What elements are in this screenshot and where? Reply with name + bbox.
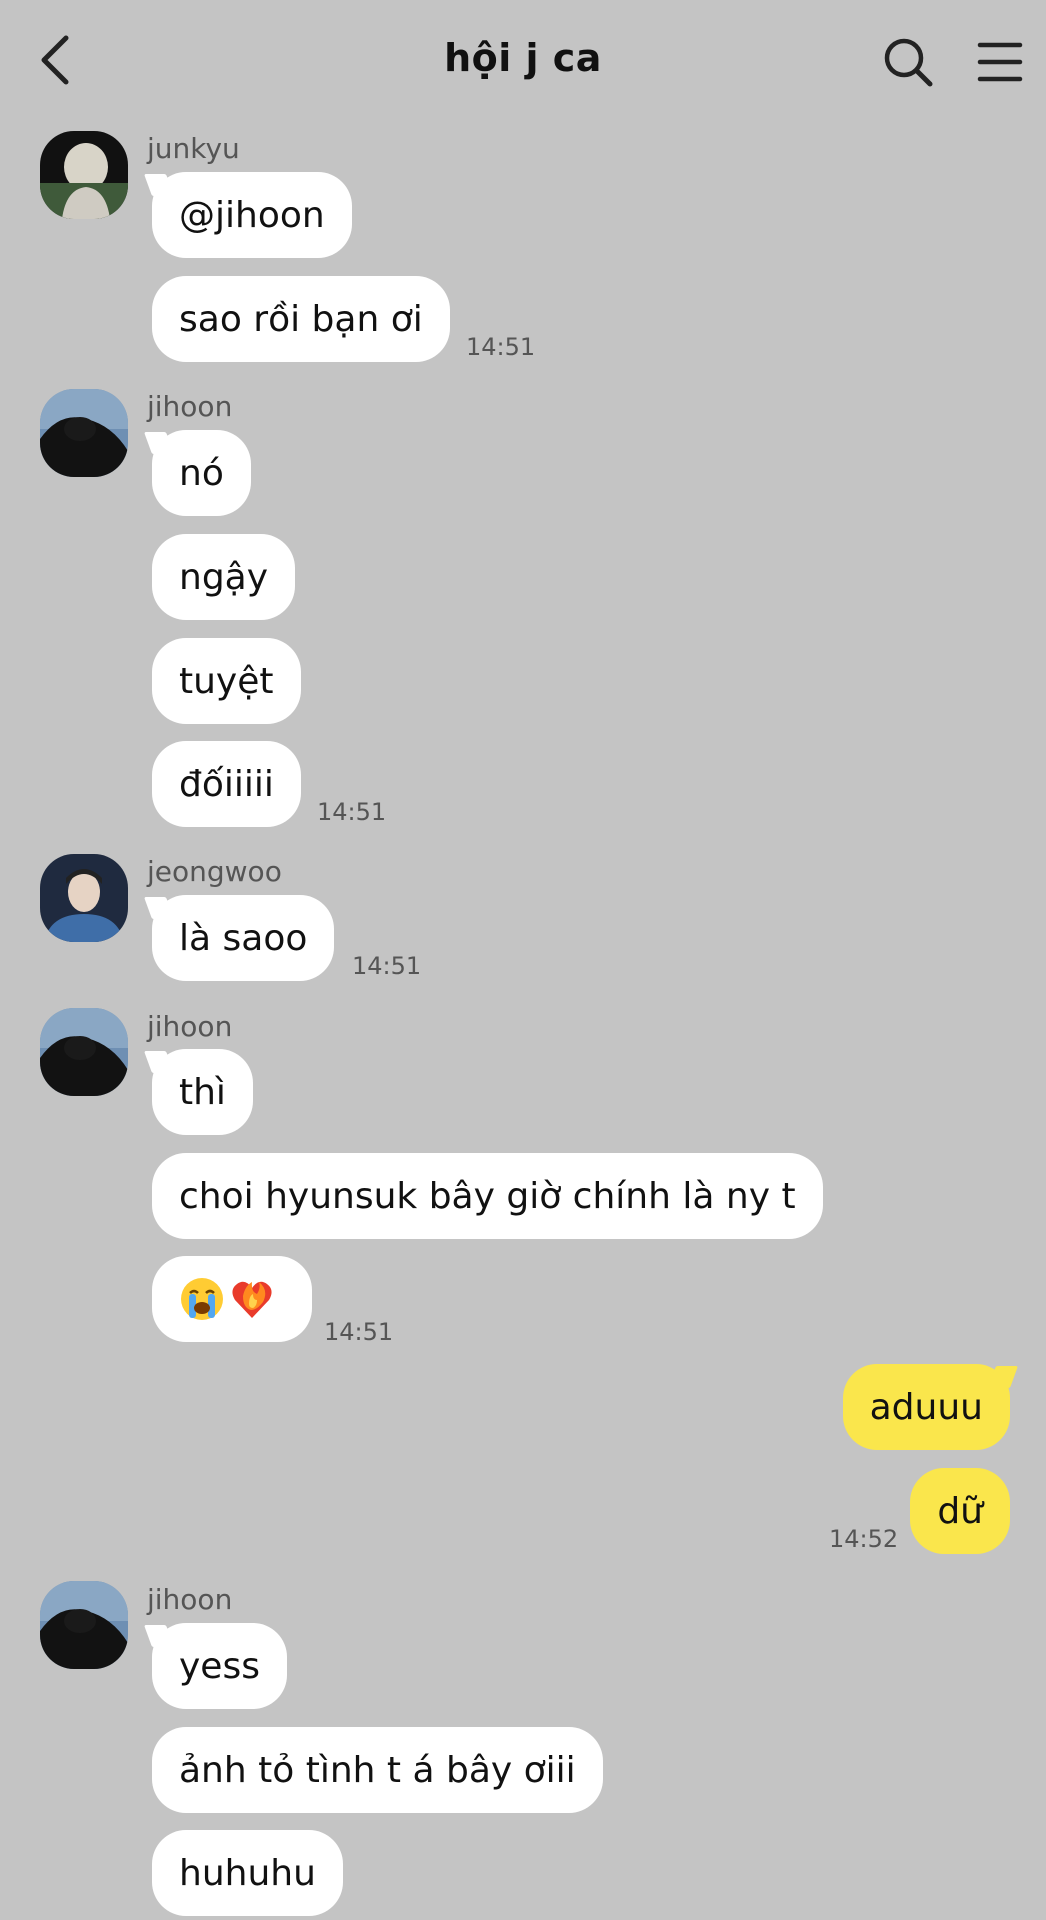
message-bubble[interactable]: @jihoon (152, 172, 352, 258)
avatar-jihoon[interactable] (40, 1008, 128, 1096)
sender-name: jihoon (147, 1583, 233, 1616)
avatar-junkyu[interactable] (40, 131, 128, 219)
sender-name: jihoon (147, 390, 233, 423)
sender-name: junkyu (147, 132, 240, 165)
message-bubble[interactable]: tuyệt (152, 638, 301, 724)
message-bubble[interactable]: huhuhu (152, 1830, 343, 1916)
message-time: 14:51 (352, 952, 422, 980)
message-bubble[interactable]: đốiiiii (152, 741, 301, 827)
my-message-bubble[interactable]: aduuu (842, 1364, 1010, 1450)
message-time: 14:51 (466, 333, 536, 361)
message-time: 14:52 (829, 1525, 899, 1553)
sender-name: jihoon (147, 1010, 233, 1043)
emoji-row (179, 1276, 275, 1322)
message-feed[interactable]: junkyu @jihoon sao rồi bạn ơi 14:51 jiho… (0, 0, 1046, 1920)
message-bubble[interactable] (152, 1256, 312, 1342)
message-bubble[interactable]: là saoo (152, 895, 335, 981)
message-bubble[interactable]: sao rồi bạn ơi (152, 276, 450, 362)
message-bubble[interactable]: thì (152, 1049, 253, 1135)
loudly-crying-face-icon (181, 1278, 223, 1320)
message-time: 14:51 (317, 798, 387, 826)
heart-on-fire-icon (232, 1281, 272, 1318)
sender-name: jeongwoo (147, 855, 282, 888)
message-bubble[interactable]: yess (152, 1623, 287, 1709)
message-bubble[interactable]: ảnh tỏ tình t á bây ơiii (152, 1727, 603, 1813)
message-bubble[interactable]: choi hyunsuk bây giờ chính là ny t (152, 1153, 823, 1239)
message-bubble[interactable]: ngậy (152, 534, 296, 620)
avatar-jihoon[interactable] (40, 389, 128, 477)
message-bubble[interactable]: nó (152, 430, 251, 516)
my-message-bubble[interactable]: dữ (910, 1468, 1010, 1554)
avatar-jeongwoo[interactable] (40, 854, 128, 942)
avatar-jihoon[interactable] (40, 1581, 128, 1669)
message-time: 14:51 (324, 1318, 394, 1346)
